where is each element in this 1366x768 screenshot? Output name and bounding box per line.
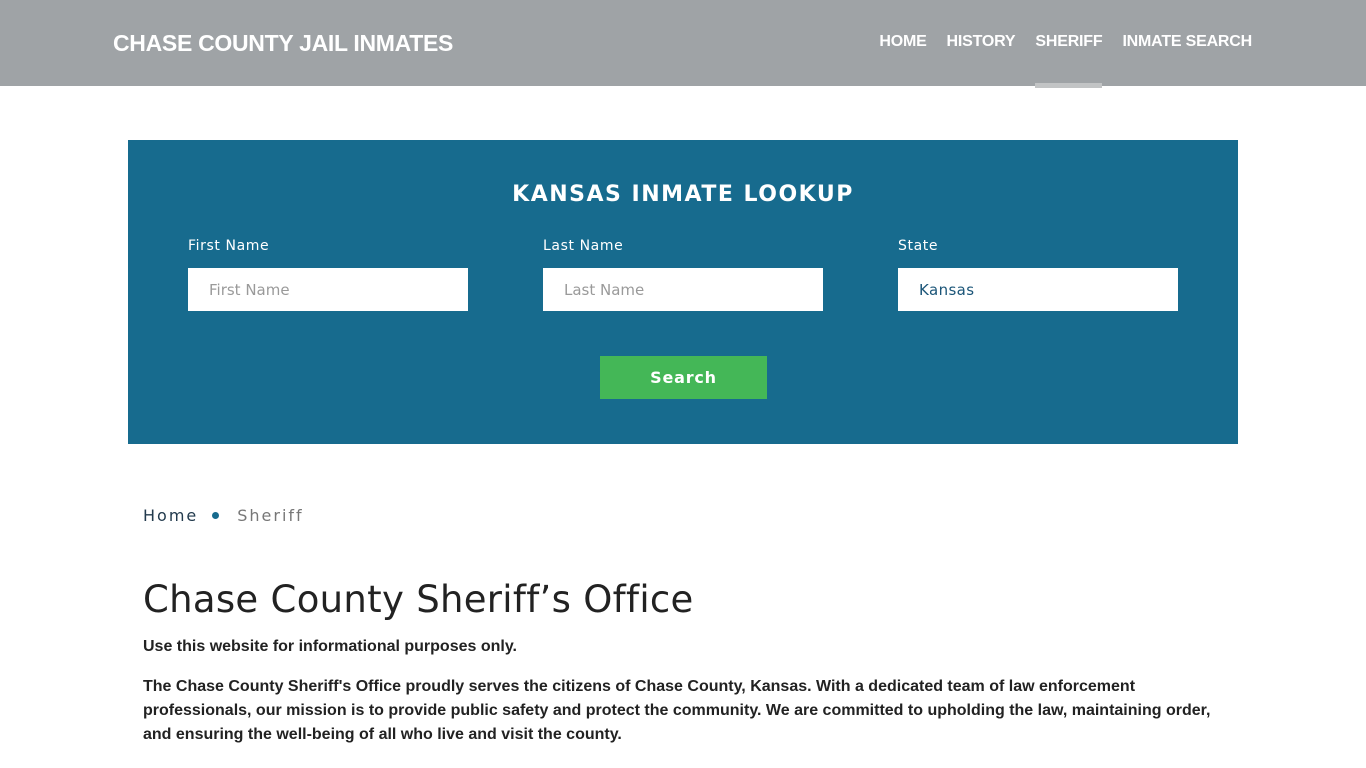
- nav-history[interactable]: HISTORY: [947, 33, 1016, 51]
- breadcrumb: Home Sheriff: [143, 506, 304, 525]
- breadcrumb-home[interactable]: Home: [143, 506, 198, 525]
- last-name-input[interactable]: [543, 268, 823, 311]
- first-name-label: First Name: [188, 238, 270, 254]
- state-group: State: [898, 238, 1178, 311]
- state-input[interactable]: [898, 268, 1178, 311]
- site-logo-link[interactable]: CHASE COUNTY JAIL INMATES: [113, 30, 453, 57]
- state-label: State: [898, 238, 939, 254]
- page-title: Chase County Sheriff’s Office: [143, 578, 694, 621]
- nav-sheriff[interactable]: SHERIFF: [1035, 33, 1103, 88]
- first-name-group: First Name: [188, 238, 468, 311]
- nav-inmate-search[interactable]: INMATE SEARCH: [1122, 33, 1252, 51]
- first-name-input[interactable]: [188, 268, 468, 311]
- nav-home[interactable]: HOME: [879, 33, 926, 51]
- disclaimer-text: Use this website for informational purpo…: [143, 638, 517, 655]
- last-name-group: Last Name: [543, 238, 823, 311]
- lookup-title: KANSAS INMATE LOOKUP: [512, 182, 854, 207]
- breadcrumb-current: Sheriff: [237, 506, 304, 525]
- inmate-lookup-panel: KANSAS INMATE LOOKUP First Name Last Nam…: [128, 140, 1238, 444]
- search-button[interactable]: Search: [600, 356, 767, 399]
- main-nav: HOME HISTORY SHERIFF INMATE SEARCH: [879, 33, 1252, 88]
- intro-paragraph: The Chase County Sheriff's Office proudl…: [143, 678, 1211, 743]
- site-header: CHASE COUNTY JAIL INMATES HOME HISTORY S…: [0, 0, 1366, 88]
- breadcrumb-separator-icon: [212, 512, 220, 519]
- last-name-label: Last Name: [543, 238, 624, 254]
